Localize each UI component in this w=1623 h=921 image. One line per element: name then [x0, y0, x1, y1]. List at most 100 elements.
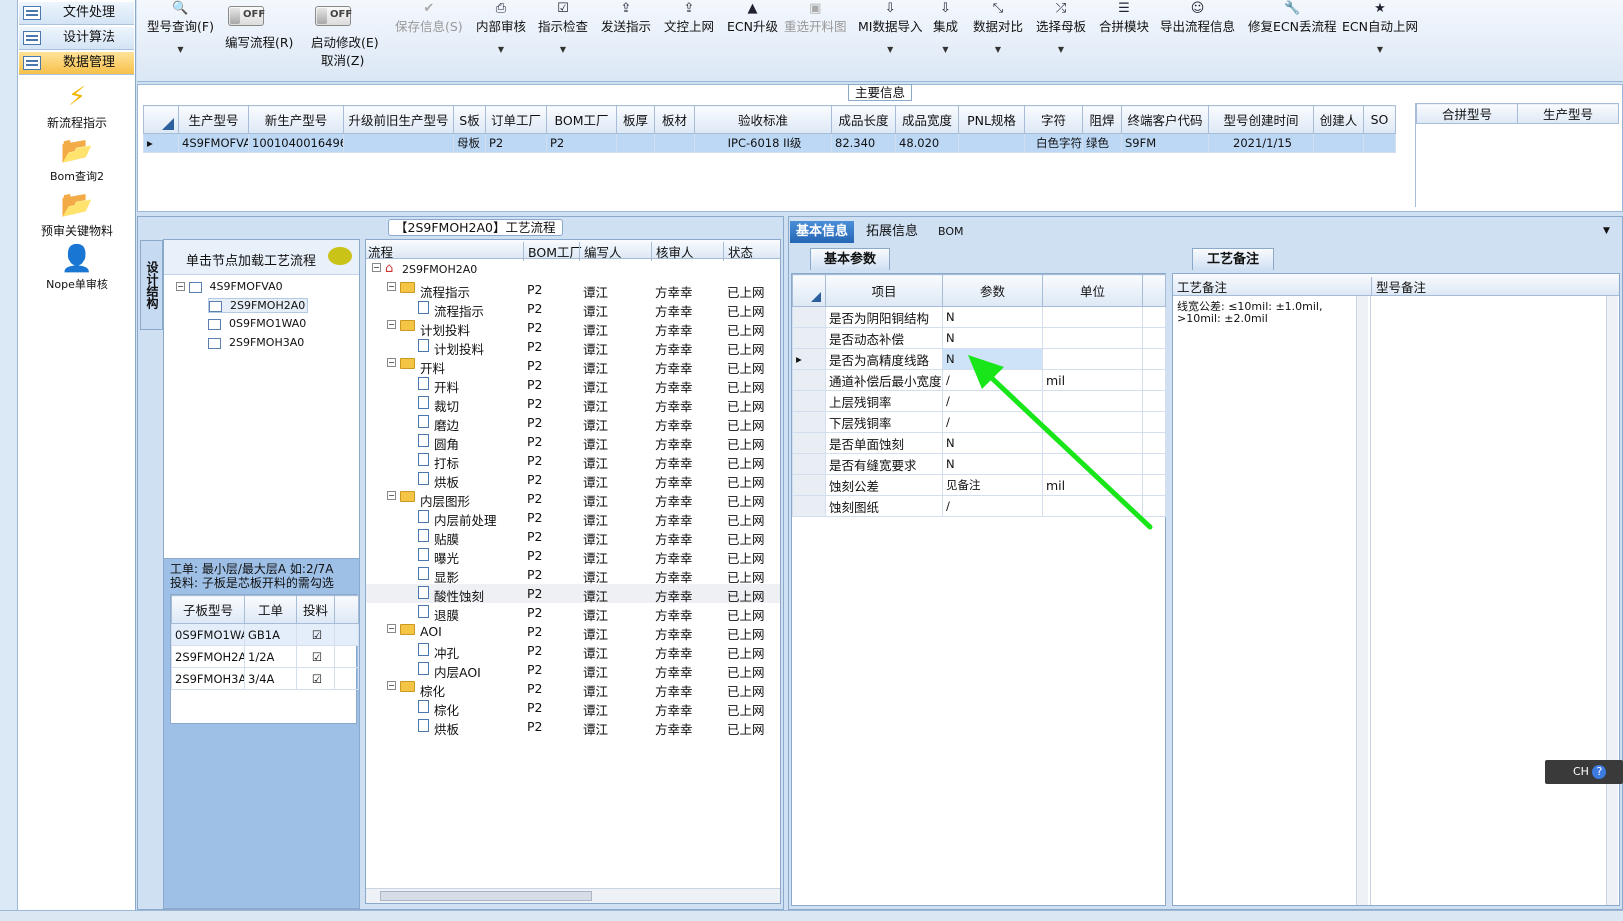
tool-nope-review[interactable]: 👤 Nope单审核: [18, 242, 136, 292]
enable-modify-toggle[interactable]: OFF: [315, 6, 352, 26]
col-header[interactable]: 升级前旧生产型号: [343, 105, 454, 134]
col-header[interactable]: 新生产型号: [248, 105, 344, 134]
col-header[interactable]: 验收标准: [694, 105, 832, 134]
tree-node-root[interactable]: − 4S9FMOFVA0: [176, 280, 283, 293]
nav-item-data-management[interactable]: 数据管理: [19, 52, 134, 75]
col-header[interactable]: BOM工厂: [546, 105, 617, 134]
flow-row[interactable]: − AOI P2 谭江 方幸幸 已上网: [366, 622, 780, 642]
flow-row[interactable]: − 开料 P2 谭江 方幸幸 已上网: [366, 356, 780, 376]
tool-new-flow-indication[interactable]: ⚡ 新流程指示: [18, 80, 136, 131]
flow-row[interactable]: 烘板 P2 谭江 方幸幸 已上网: [366, 717, 780, 737]
reselect-cut-button[interactable]: ▣ 重选开料图: [784, 2, 847, 35]
indication-check-button[interactable]: ☑ 指示检查 ▼: [538, 2, 588, 55]
table-row[interactable]: 是否动态补偿 N: [792, 327, 1166, 349]
flow-row[interactable]: 曝光 P2 谭江 方幸幸 已上网: [366, 546, 780, 566]
table-row[interactable]: 0S9FMO1WA0GB1A☑: [171, 623, 359, 646]
flow-row[interactable]: 内层前处理 P2 谭江 方幸幸 已上网: [366, 508, 780, 528]
flow-row[interactable]: 裁切 P2 谭江 方幸幸 已上网: [366, 394, 780, 414]
table-row[interactable]: 2S9FMOH3A03/4A☑: [171, 667, 359, 690]
col-header[interactable]: 生产型号: [1517, 103, 1619, 124]
tree-node[interactable]: 2S9FMOH2A0: [208, 298, 309, 313]
feed-checkbox[interactable]: ☑: [296, 667, 335, 690]
save-info-button[interactable]: ✔ 保存信息(S): [395, 2, 463, 35]
vertical-scrollbar[interactable]: [1606, 296, 1618, 905]
flow-row[interactable]: 酸性蚀刻 P2 谭江 方幸幸 已上网: [366, 584, 780, 604]
col-header[interactable]: 编写人: [579, 242, 622, 261]
flow-row[interactable]: 计划投料 P2 谭江 方幸幸 已上网: [366, 337, 780, 357]
vertical-scrollbar[interactable]: [1356, 296, 1368, 905]
col-header[interactable]: 单位: [1042, 274, 1143, 307]
col-header[interactable]: 板厚: [616, 105, 655, 134]
integrate-button[interactable]: ⇩ 集成 ▼: [933, 2, 958, 55]
flow-root-row[interactable]: − ⌂ 2S9FMOH2A0: [366, 261, 780, 280]
flow-row[interactable]: − 流程指示 P2 谭江 方幸幸 已上网: [366, 280, 780, 300]
col-header[interactable]: 终端客户代码: [1121, 105, 1209, 134]
tab-basic-info[interactable]: 基本信息: [790, 221, 855, 243]
table-row[interactable]: ▸ 4S9FMOFVA0 10010400164963 母板 P2 P2 IPC…: [143, 133, 1396, 153]
flow-row[interactable]: − 棕化 P2 谭江 方幸幸 已上网: [366, 679, 780, 699]
col-header[interactable]: 工艺备注: [1177, 277, 1227, 296]
flow-row[interactable]: 开料 P2 谭江 方幸幸 已上网: [366, 375, 780, 395]
feed-checkbox[interactable]: ☑: [296, 645, 335, 668]
mi-import-button[interactable]: ⇩ MI数据导入 ▼: [858, 2, 922, 55]
send-indication-button[interactable]: ⇪ 发送指示: [601, 2, 651, 35]
col-header[interactable]: 生产型号: [178, 105, 249, 134]
col-header[interactable]: 成品宽度: [895, 105, 959, 134]
col-header[interactable]: SO: [1363, 105, 1396, 134]
flow-row[interactable]: 贴膜 P2 谭江 方幸幸 已上网: [366, 527, 780, 547]
flow-row[interactable]: 棕化 P2 谭江 方幸幸 已上网: [366, 698, 780, 718]
flow-row[interactable]: − 计划投料 P2 谭江 方幸幸 已上网: [366, 318, 780, 338]
col-header[interactable]: 合拼型号: [1416, 103, 1518, 124]
col-header[interactable]: 创建人: [1313, 105, 1364, 134]
col-header[interactable]: 订单工厂: [485, 105, 547, 134]
tab-extended-info[interactable]: 拓展信息: [860, 221, 924, 243]
param-value[interactable]: N: [942, 306, 1043, 328]
col-header[interactable]: 型号创建时间: [1208, 105, 1314, 134]
fix-ecn-flow-button[interactable]: 🔧 修复ECN丢流程: [1248, 2, 1336, 35]
flow-row[interactable]: 退膜 P2 谭江 方幸幸 已上网: [366, 603, 780, 623]
flow-row[interactable]: 打标 P2 谭江 方幸幸 已上网: [366, 451, 780, 471]
col-header[interactable]: 工单: [244, 595, 297, 624]
col-header[interactable]: 型号备注: [1371, 277, 1426, 296]
horizontal-scrollbar[interactable]: [366, 888, 780, 903]
help-icon[interactable]: ?: [1592, 765, 1607, 779]
col-header[interactable]: 子板型号: [171, 595, 245, 624]
col-header[interactable]: 参数: [942, 274, 1043, 307]
flow-row[interactable]: − 内层图形 P2 谭江 方幸幸 已上网: [366, 489, 780, 509]
internal-review-button[interactable]: ⎙ 内部审核 ▼: [476, 2, 526, 55]
col-header[interactable]: 项目: [825, 274, 943, 307]
col-header[interactable]: S板: [453, 105, 486, 134]
col-header[interactable]: 核审人: [651, 242, 694, 261]
param-value[interactable]: N: [942, 327, 1043, 349]
tree-node[interactable]: 0S9FMO1WA0: [208, 317, 306, 330]
data-compare-button[interactable]: ⤡ 数据对比 ▼: [973, 2, 1023, 55]
select-mother-board-button[interactable]: ⤮ 选择母板 ▼: [1036, 2, 1086, 55]
col-header[interactable]: 板材: [654, 105, 695, 134]
flow-row[interactable]: 冲孔 P2 谭江 方幸幸 已上网: [366, 641, 780, 661]
nav-item-design-algorithm[interactable]: 设计算法: [19, 27, 134, 50]
col-header[interactable]: 成品长度: [831, 105, 896, 134]
export-flow-info-button[interactable]: ☺ 导出流程信息: [1160, 2, 1235, 35]
flow-row[interactable]: 圆角 P2 谭江 方幸幸 已上网: [366, 432, 780, 452]
ecn-upgrade-button[interactable]: ▲ ECN升级: [727, 2, 778, 35]
tool-preaudit-material[interactable]: 📂 预审关键物料: [18, 188, 136, 239]
design-structure-tab[interactable]: 设计结构: [140, 240, 163, 330]
tree-node[interactable]: 2S9FMOH3A0: [208, 336, 304, 349]
tab-bom[interactable]: BOM: [932, 221, 970, 243]
doc-upload-button[interactable]: ⇪ 文控上网: [664, 2, 714, 35]
col-header[interactable]: 状态: [723, 242, 753, 261]
flow-row[interactable]: 烘板 P2 谭江 方幸幸 已上网: [366, 470, 780, 490]
col-header[interactable]: 投料: [296, 595, 335, 624]
flow-row[interactable]: 磨边 P2 谭江 方幸幸 已上网: [366, 413, 780, 433]
table-row[interactable]: 2S9FMOH2A01/2A☑: [171, 645, 359, 668]
flow-row[interactable]: 内层AOI P2 谭江 方幸幸 已上网: [366, 660, 780, 680]
feed-checkbox[interactable]: ☑: [296, 623, 335, 646]
flow-row[interactable]: 显影 P2 谭江 方幸幸 已上网: [366, 565, 780, 585]
comment-icon[interactable]: [328, 247, 352, 265]
type-query-button[interactable]: 🔍 型号查询(F) ▼: [147, 2, 214, 55]
process-note-text[interactable]: 线宽公差: ≤10mil: ±1.0mil, >10mil: ±2.0mil: [1177, 301, 1322, 325]
merge-module-button[interactable]: ☰ 合拼模块: [1099, 2, 1149, 35]
tool-bom-query[interactable]: 📂 Bom查询2: [18, 134, 136, 184]
cancel-button[interactable]: 取消(Z): [321, 50, 364, 69]
col-header[interactable]: 阻焊: [1082, 105, 1122, 134]
